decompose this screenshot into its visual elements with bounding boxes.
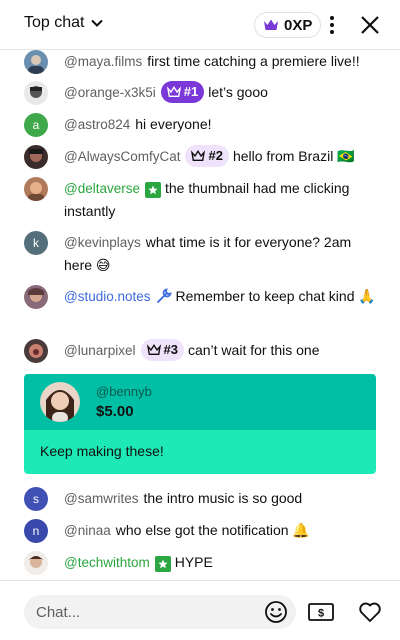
chat-message: @lunarpixel #3 can’t wait for this one: [24, 339, 376, 363]
message-text: hello from Brazil 🇧🇷: [232, 148, 355, 164]
avatar[interactable]: n: [24, 519, 48, 543]
chevron-down-icon: [91, 19, 104, 27]
chat-message: @studio.notes Remember to keep chat kind …: [24, 285, 376, 309]
rank-badge: #3: [140, 339, 184, 361]
message-author[interactable]: @maya.films: [64, 54, 142, 69]
xp-label: 0XP: [284, 16, 313, 34]
heart-icon[interactable]: [357, 599, 383, 625]
chat-message: n @ninaa who else got the notification 🔔: [24, 519, 376, 543]
rank-label: #1: [183, 84, 199, 99]
message-author[interactable]: @lunarpixel: [64, 343, 136, 358]
avatar-letter: n: [32, 524, 40, 538]
avatar[interactable]: k: [24, 231, 48, 255]
chat-input[interactable]: [36, 595, 256, 629]
xp-button[interactable]: 0XP: [254, 12, 322, 38]
emoji-icon[interactable]: [264, 600, 288, 624]
rank-badge: #2: [185, 145, 229, 167]
verified-icon: [145, 182, 161, 198]
avatar[interactable]: [24, 551, 48, 575]
message-text: the intro music is so good: [143, 490, 303, 506]
message-author[interactable]: @samwrites: [64, 491, 138, 506]
message-text: can’t wait for this one: [187, 342, 320, 358]
svg-text:$: $: [318, 608, 324, 620]
message-text: HYPE: [174, 554, 213, 570]
message-author[interactable]: @kevinplays: [64, 235, 141, 250]
avatar[interactable]: [24, 339, 48, 363]
message-author[interactable]: @ninaa: [64, 523, 111, 538]
super-chat-header: @bennyb $5.00: [24, 374, 376, 430]
avatar[interactable]: [24, 285, 48, 309]
chat-header: Top chat 0XP: [0, 0, 400, 50]
message-text: hi everyone!: [135, 116, 212, 132]
message-author[interactable]: @orange-x3k5i: [64, 85, 156, 100]
crown-icon: [146, 344, 161, 355]
chat-message: @AlwaysComfyCat #2 hello from Brazil 🇧🇷: [24, 145, 376, 169]
message-author[interactable]: @studio.notes: [64, 289, 151, 304]
avatar[interactable]: s: [24, 487, 48, 511]
chat-message: @maya.films first time catching a premier…: [24, 50, 376, 74]
super-chat-author[interactable]: @bennyb: [96, 384, 152, 399]
chat-mode-dropdown[interactable]: Top chat: [24, 14, 104, 32]
message-text: let’s gooo: [208, 84, 268, 100]
chat-mode-label: Top chat: [24, 14, 85, 31]
chat-message: @techwithtom HYPE: [24, 551, 376, 575]
message-text: who else got the notification 🔔: [115, 522, 310, 538]
avatar-letter: k: [33, 236, 39, 250]
more-options-button[interactable]: [322, 14, 342, 36]
avatar[interactable]: [40, 382, 80, 422]
chat-list[interactable]: @maya.films first time catching a premier…: [0, 50, 400, 580]
super-chat-message: Keep making these!: [24, 430, 376, 474]
close-icon[interactable]: [358, 13, 382, 37]
avatar[interactable]: [24, 177, 48, 201]
message-text: Remember to keep chat kind 🙏: [175, 288, 376, 304]
chat-message: s @samwrites the intro music is so good: [24, 487, 376, 511]
message-author[interactable]: @deltaverse: [64, 181, 140, 196]
verified-icon: [154, 556, 171, 572]
wrench-icon: [156, 288, 172, 303]
message-author[interactable]: @techwithtom: [64, 555, 150, 570]
avatar[interactable]: a: [24, 113, 48, 137]
crown-icon: [264, 19, 278, 30]
message-author[interactable]: @astro824: [64, 117, 130, 132]
avatar[interactable]: [24, 81, 48, 105]
super-chat-amount: $5.00: [96, 403, 134, 420]
chat-message: a @astro824 hi everyone!: [24, 113, 376, 137]
rank-badge: #1: [160, 81, 205, 103]
chat-footer: $: [0, 580, 400, 640]
crown-icon: [166, 86, 181, 97]
more-vert-icon: [330, 16, 334, 34]
avatar[interactable]: [24, 50, 48, 74]
chat-message: k @kevinplays what time is it for everyon…: [24, 231, 376, 276]
rank-label: #2: [208, 148, 223, 163]
rank-label: #3: [163, 342, 178, 357]
avatar-letter: s: [33, 492, 39, 506]
chat-message: @deltaverse the thumbnail had me clicking…: [24, 177, 376, 222]
super-chat-dollar-icon[interactable]: $: [307, 599, 335, 625]
message-author[interactable]: @AlwaysComfyCat: [64, 149, 180, 164]
super-chat-card[interactable]: @bennyb $5.00 Keep making these!: [24, 374, 376, 474]
chat-message: @orange-x3k5i #1 let’s gooo: [24, 81, 376, 105]
avatar-letter: a: [32, 118, 40, 132]
chat-input-container: [24, 595, 296, 629]
avatar[interactable]: [24, 145, 48, 169]
message-text: first time catching a premiere live!!: [147, 53, 360, 69]
crown-icon: [191, 150, 206, 161]
